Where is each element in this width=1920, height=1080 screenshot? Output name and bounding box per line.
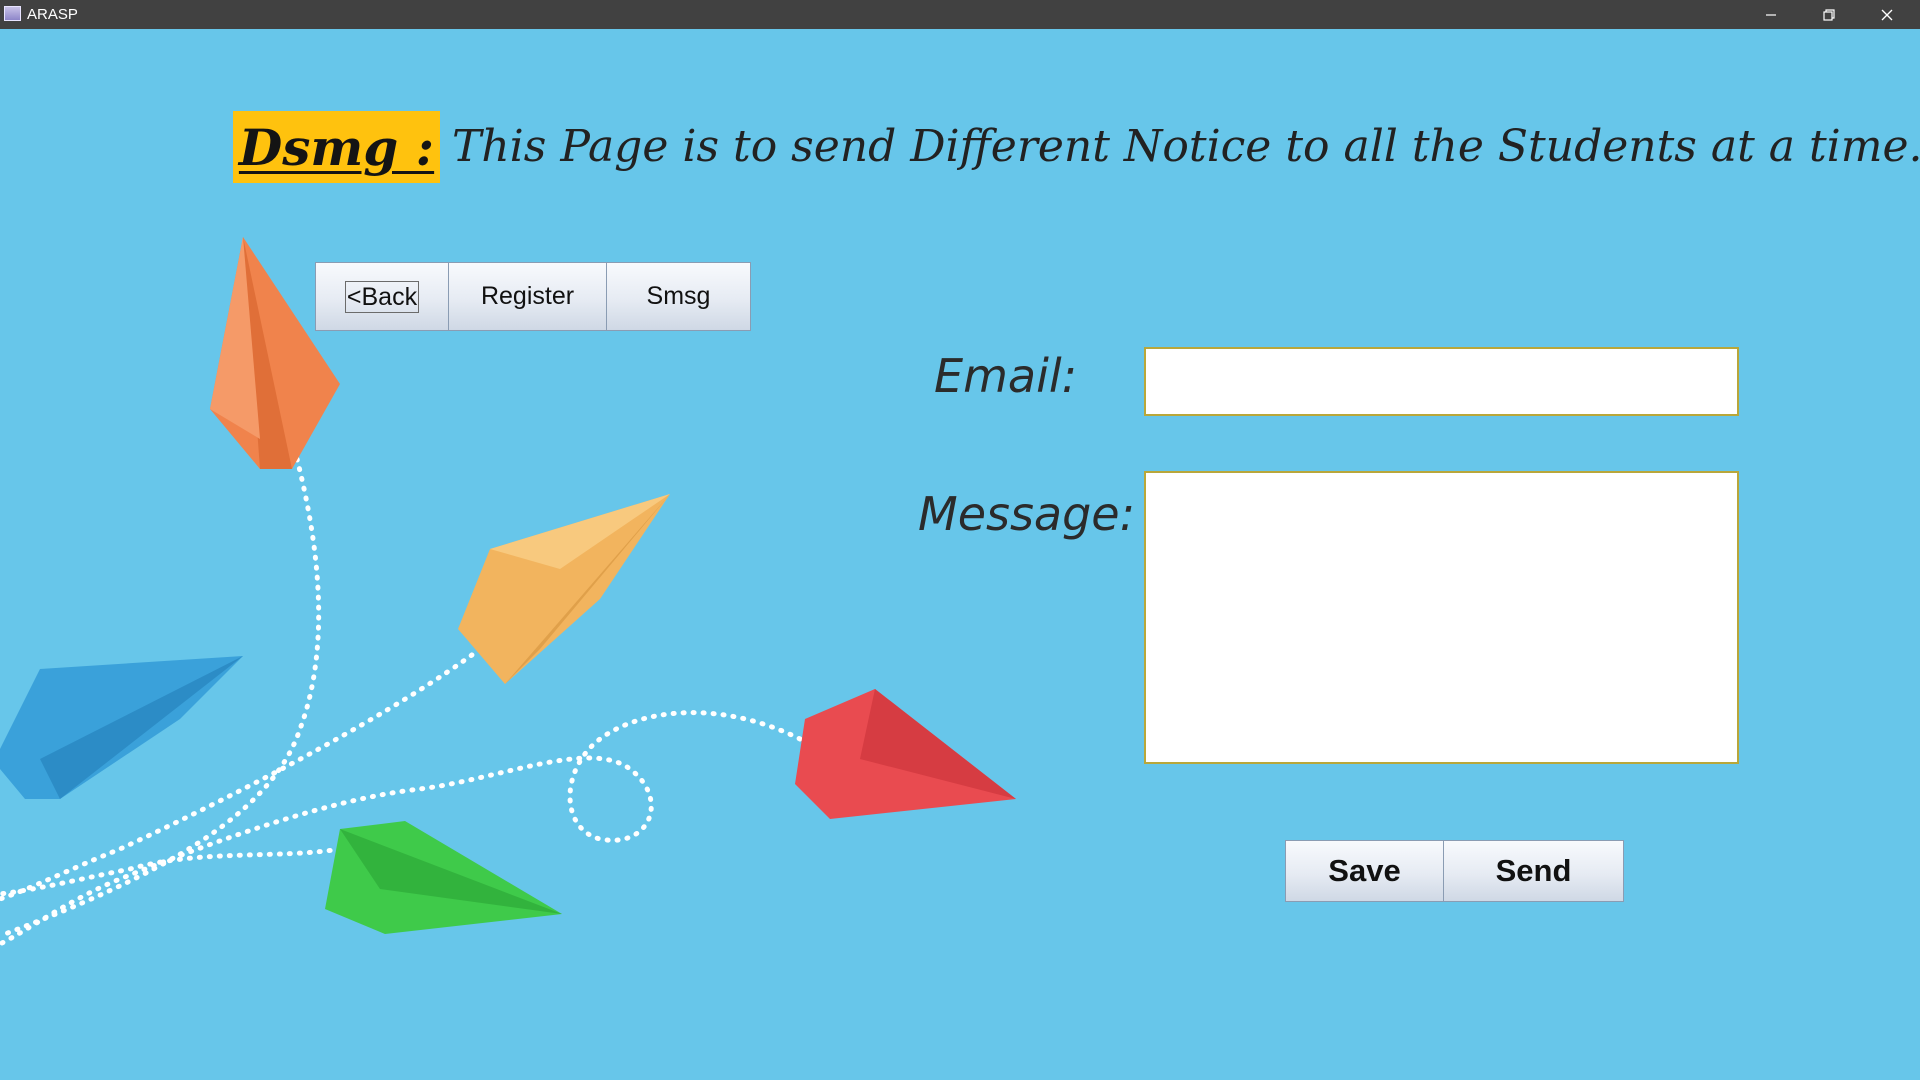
window-title: ARASP	[27, 6, 78, 23]
window-titlebar: ARASP	[0, 0, 1920, 29]
send-button[interactable]: Send	[1443, 840, 1624, 902]
green-plane	[325, 821, 562, 934]
email-label: Email:	[934, 349, 1078, 403]
email-field[interactable]	[1144, 347, 1739, 416]
close-icon	[1881, 9, 1893, 20]
save-button[interactable]: Save	[1285, 840, 1444, 902]
minimize-button[interactable]	[1742, 0, 1800, 29]
back-button[interactable]: <Back	[315, 262, 449, 331]
red-plane	[795, 689, 1016, 819]
page-description: This Page is to send Different Notice to…	[452, 121, 1920, 172]
smsg-button[interactable]: Smsg	[606, 262, 751, 331]
main-panel: Dsmg : This Page is to send Different No…	[0, 29, 1920, 1080]
message-label: Message:	[918, 487, 1136, 541]
yellow-plane	[458, 494, 670, 684]
restore-button[interactable]	[1800, 0, 1858, 29]
register-button[interactable]: Register	[448, 262, 607, 331]
page-tag: Dsmg :	[233, 111, 440, 183]
app-icon	[4, 6, 21, 21]
message-textarea[interactable]	[1144, 471, 1739, 764]
minimize-icon	[1766, 13, 1776, 16]
blue-plane	[0, 656, 243, 799]
back-button-label: <Back	[344, 280, 420, 313]
close-button[interactable]	[1858, 0, 1916, 29]
restore-icon	[1823, 8, 1835, 21]
